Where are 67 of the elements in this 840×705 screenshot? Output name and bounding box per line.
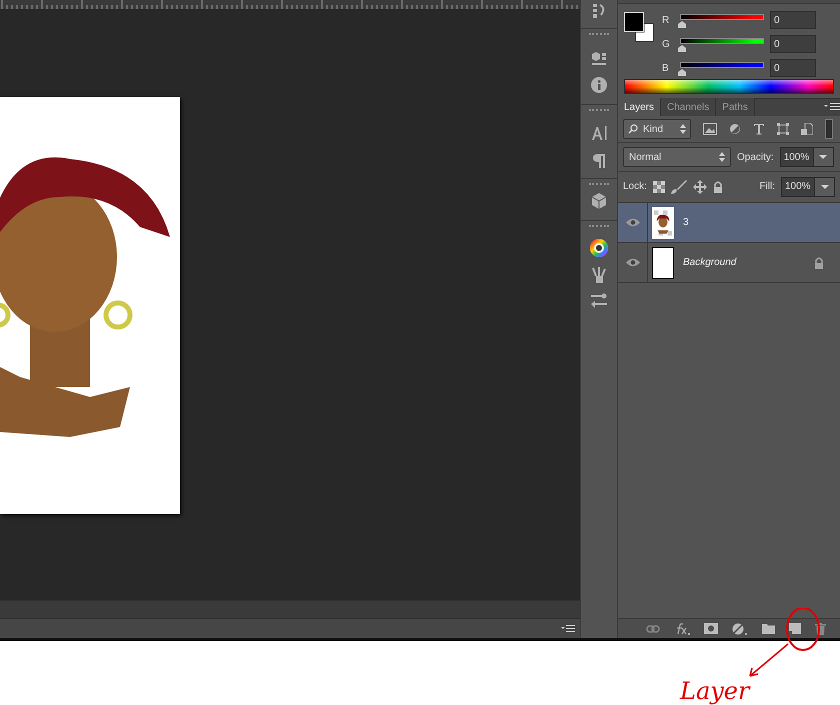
paragraph-icon[interactable] [590,152,608,170]
image-filter-icon[interactable] [703,123,717,135]
color-spectrum[interactable] [624,79,834,94]
filter-value: Kind [643,122,664,136]
info-icon[interactable] [590,76,608,94]
folder-icon[interactable] [762,624,775,634]
channel-label: B [662,62,670,76]
panel-grip[interactable] [589,109,609,112]
horizontal-scrollbar[interactable] [0,600,580,618]
panel-tab[interactable]: Layers [618,98,662,116]
panel-tab[interactable]: Paths [716,98,755,116]
panel-menu-icon[interactable] [824,103,840,111]
half-circle-icon[interactable] [729,123,741,135]
layer-name: 3 [683,216,689,230]
channel-value-field[interactable]: 0 [770,59,816,77]
layer-row[interactable]: Background [618,243,840,283]
color-wheel-icon[interactable] [589,238,609,258]
link-icon[interactable] [646,624,660,632]
color-slider[interactable] [678,60,764,76]
box-icon[interactable] [590,192,608,210]
background-color-swatch[interactable] [635,23,654,42]
trash-icon[interactable] [815,622,826,634]
slider-thumb[interactable] [678,45,686,52]
updown-icon [680,124,686,134]
search-icon [628,124,638,134]
adjustment-icon[interactable] [732,622,748,634]
clone-source-icon[interactable] [590,292,608,310]
color-slider[interactable] [678,12,764,28]
foreground-color-swatch[interactable] [624,12,644,32]
type-filter-icon[interactable] [753,123,765,135]
mask-icon[interactable] [704,623,718,634]
panel-grip[interactable] [589,33,609,36]
channel-value-field[interactable]: 0 [770,11,816,29]
lock-transparency-icon[interactable] [652,180,665,192]
blend-mode-value: Normal [629,150,662,164]
lock-label: Lock: [623,180,647,194]
slider-thumb[interactable] [678,69,686,76]
lock-all-icon [712,180,723,192]
smart-object-icon[interactable] [801,123,813,135]
new-layer-icon[interactable] [789,623,801,634]
blend-mode-dropdown[interactable]: Normal [623,147,731,167]
channel-label: G [662,38,671,52]
status-menu-icon[interactable] [561,624,575,632]
layer-thumbnail [652,246,674,278]
eye-icon[interactable] [626,218,640,227]
opacity-label: Opacity: [737,150,774,164]
layer-row[interactable]: 3 [618,203,840,243]
brush-icon[interactable] [670,180,687,194]
filter-toggle[interactable] [825,119,833,139]
panel-grip[interactable] [589,183,609,186]
channel-label: R [662,14,670,28]
fill-label: Fill: [759,180,775,194]
annotation-text: Layer [680,676,750,705]
color-slider[interactable] [678,36,764,52]
channel-value-field[interactable]: 0 [770,35,816,53]
brushes-icon[interactable] [590,266,608,284]
fx-icon[interactable] [674,622,690,634]
filter-dropdown[interactable]: Kind [623,119,691,139]
move-icon[interactable] [692,180,707,194]
layer-name: Background [683,256,736,270]
panel-tab[interactable]: Channels [661,98,716,116]
slider-thumb[interactable] [678,21,686,28]
character-icon[interactable] [590,124,608,142]
updown-icon [719,152,725,162]
shape-filter-icon[interactable] [777,123,789,135]
eye-icon[interactable] [626,258,640,267]
panel-grip[interactable] [589,225,609,228]
